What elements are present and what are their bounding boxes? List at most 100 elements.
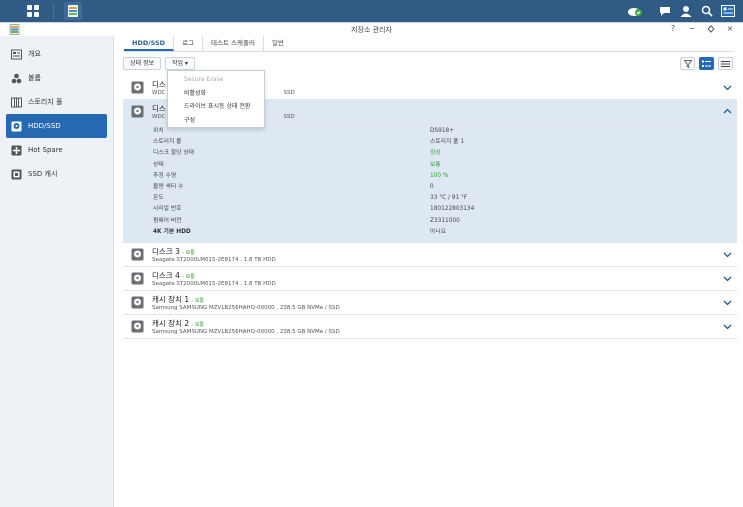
detail-key: 스토리지 풀: [153, 139, 182, 146]
disk-model-tail: SSD: [283, 114, 295, 120]
chevron-up-icon[interactable]: [723, 107, 732, 116]
detail-key: 상태: [153, 161, 164, 168]
detail-key: 4K 기본 HDD: [153, 228, 191, 235]
detail-row: 불량 섹터 수 0: [123, 182, 737, 193]
disk-status-badge: - 보통: [191, 321, 205, 328]
detail-view-button[interactable]: [699, 57, 714, 70]
detail-row: 4K 기본 HDD 아니요: [123, 227, 737, 238]
maximize-icon[interactable]: [706, 24, 716, 34]
disk-name: 캐시 장치 2: [152, 318, 190, 328]
list-icon: [721, 60, 730, 67]
disk-model: Samsung SAMSUNG MZVLB256HAHQ-00000 , 238…: [152, 304, 340, 311]
sidebar-item-label: 스토리지 풀: [28, 98, 63, 106]
disk-details-panel: 위치 DS918+ 스토리지 풀 스토리지 풀 1 디스크 할당 상태 정상 상태 보통…: [123, 124, 737, 243]
disk-model: WDC: [152, 114, 166, 120]
action-dropdown-menu: Secure Erase 비활성화 드라이브 표시등 상태 전환 구성: [167, 70, 265, 128]
menu-item-secure-erase[interactable]: Secure Erase: [168, 73, 264, 87]
sidebar-item-overview[interactable]: 개요: [6, 42, 107, 66]
chevron-down-icon[interactable]: [723, 274, 732, 283]
detail-key: 펌웨어 버전: [153, 217, 182, 224]
ssd-cache-icon: [11, 169, 22, 180]
sidebar-item-hdd-ssd[interactable]: HDD/SSD: [6, 114, 107, 138]
dsm-taskbar: [0, 0, 743, 22]
search-icon[interactable]: [698, 2, 716, 20]
main-menu-icon[interactable]: [24, 2, 42, 20]
sidebar-item-volume[interactable]: 볼륨: [6, 66, 107, 90]
sidebar: 개요 볼륨 스토리지 풀 HDD/SSD Hot Spare SSD 캐시: [0, 36, 114, 507]
window-title: 저장소 관리자: [351, 26, 392, 34]
user-icon[interactable]: [677, 2, 695, 20]
tab-general[interactable]: 일반: [264, 36, 292, 51]
storage-pool-icon: [11, 97, 22, 108]
hot-spare-icon: [11, 145, 22, 156]
hdd-icon: [131, 296, 144, 309]
detail-value: 100 %: [430, 172, 449, 179]
hdd-icon: [131, 248, 144, 261]
tab-log[interactable]: 로그: [174, 36, 204, 51]
disk-model-tail: SSD: [283, 90, 295, 96]
minimize-icon[interactable]: −: [687, 24, 697, 34]
disk-status-badge: - 보통: [182, 249, 195, 256]
filter-icon: [683, 59, 692, 68]
sync-status-icon[interactable]: [626, 2, 644, 20]
disk-name: 디스크 4: [152, 270, 180, 280]
detail-value: 아니요: [430, 228, 446, 235]
menu-item-toggle-indicator[interactable]: 드라이브 표시등 상태 전환: [168, 100, 264, 114]
help-icon[interactable]: ?: [668, 24, 678, 34]
chevron-down-icon[interactable]: [723, 298, 732, 307]
chevron-down-icon[interactable]: [723, 250, 732, 259]
menu-item-configure[interactable]: 구성: [168, 114, 264, 128]
sidebar-item-label: SSD 캐시: [28, 170, 58, 178]
list-view-button[interactable]: [718, 57, 733, 70]
disk-name: 디스: [152, 80, 166, 89]
sidebar-item-label: 개요: [28, 50, 41, 58]
detail-row: 디스크 할당 상태 정상: [123, 148, 737, 159]
disk-row[interactable]: 디스크 3 - 보통 Seagate ST2000LM015-2E8174 , …: [123, 242, 737, 267]
widgets-icon[interactable]: [719, 2, 737, 20]
status-info-button[interactable]: 상태 정보: [123, 57, 161, 70]
detail-value: 0: [430, 183, 434, 190]
toolbar: 상태 정보 작업 ▾: [123, 57, 735, 70]
close-icon[interactable]: ×: [725, 24, 735, 34]
filter-button[interactable]: [680, 57, 695, 70]
disk-row[interactable]: 디스크 4 - 보통 Seagate ST2000LM015-2E8174 , …: [123, 266, 737, 291]
detail-row: 시리얼 번호 180122803134: [123, 204, 737, 215]
detail-value: 180122803134: [430, 206, 475, 213]
disk-name: 캐시 장치 1: [152, 294, 190, 304]
hdd-icon: [131, 81, 144, 94]
storage-manager-taskbar-icon[interactable]: [64, 2, 82, 20]
tab-test-scheduler[interactable]: 테스트 스케줄러: [203, 36, 264, 51]
hdd-icon: [131, 320, 144, 333]
chevron-down-icon[interactable]: [723, 83, 732, 92]
disk-model: WDC: [152, 90, 166, 96]
detail-list-icon: [702, 60, 711, 67]
detail-value: DS918+: [430, 128, 455, 134]
detail-row: 추정 수명 100 %: [123, 171, 737, 182]
sidebar-item-storage-pool[interactable]: 스토리지 풀: [6, 90, 107, 114]
detail-value: 스토리지 풀 1: [430, 139, 465, 146]
detail-value: 보통: [430, 161, 441, 168]
window-titlebar[interactable]: 저장소 관리자 ? − ×: [0, 23, 743, 36]
menu-item-deactivate[interactable]: 비활성화: [168, 87, 264, 101]
chevron-down-icon[interactable]: [723, 322, 732, 331]
tab-hdd-ssd[interactable]: HDD/SSD: [124, 36, 175, 51]
detail-key: 디스크 할당 상태: [153, 150, 195, 157]
storage-manager-window: 저장소 관리자 ? − × 개요 볼륨 스토리지 풀 HDD/SSD Hot S…: [0, 22, 743, 507]
main-panel: HDD/SSD 로그 테스트 스케줄러 일반 상태 정보 작업 ▾ Secure…: [115, 36, 743, 507]
disk-name: 디스: [152, 104, 166, 113]
action-button[interactable]: 작업 ▾: [165, 57, 195, 70]
overview-icon: [11, 49, 22, 60]
detail-row: 스토리지 풀 스토리지 풀 1: [123, 137, 737, 148]
detail-value: 33 °C / 91 °F: [430, 195, 468, 202]
sidebar-item-hot-spare[interactable]: Hot Spare: [6, 138, 107, 162]
notification-icon[interactable]: [656, 2, 674, 20]
detail-row: 펌웨어 버전 Z3311000: [123, 216, 737, 227]
detail-key: 추정 수명: [153, 172, 177, 179]
detail-key: 온도: [153, 195, 164, 202]
disk-row[interactable]: 캐시 장치 1 - 보통 Samsung SAMSUNG MZVLB256HAH…: [123, 290, 737, 315]
sidebar-item-ssd-cache[interactable]: SSD 캐시: [6, 162, 107, 186]
sidebar-item-label: Hot Spare: [28, 146, 63, 154]
hdd-icon: [131, 105, 144, 118]
tab-bar: HDD/SSD 로그 테스트 스케줄러 일반: [124, 36, 734, 52]
disk-row[interactable]: 캐시 장치 2 - 보통 Samsung SAMSUNG MZVLB256HAH…: [123, 314, 737, 339]
